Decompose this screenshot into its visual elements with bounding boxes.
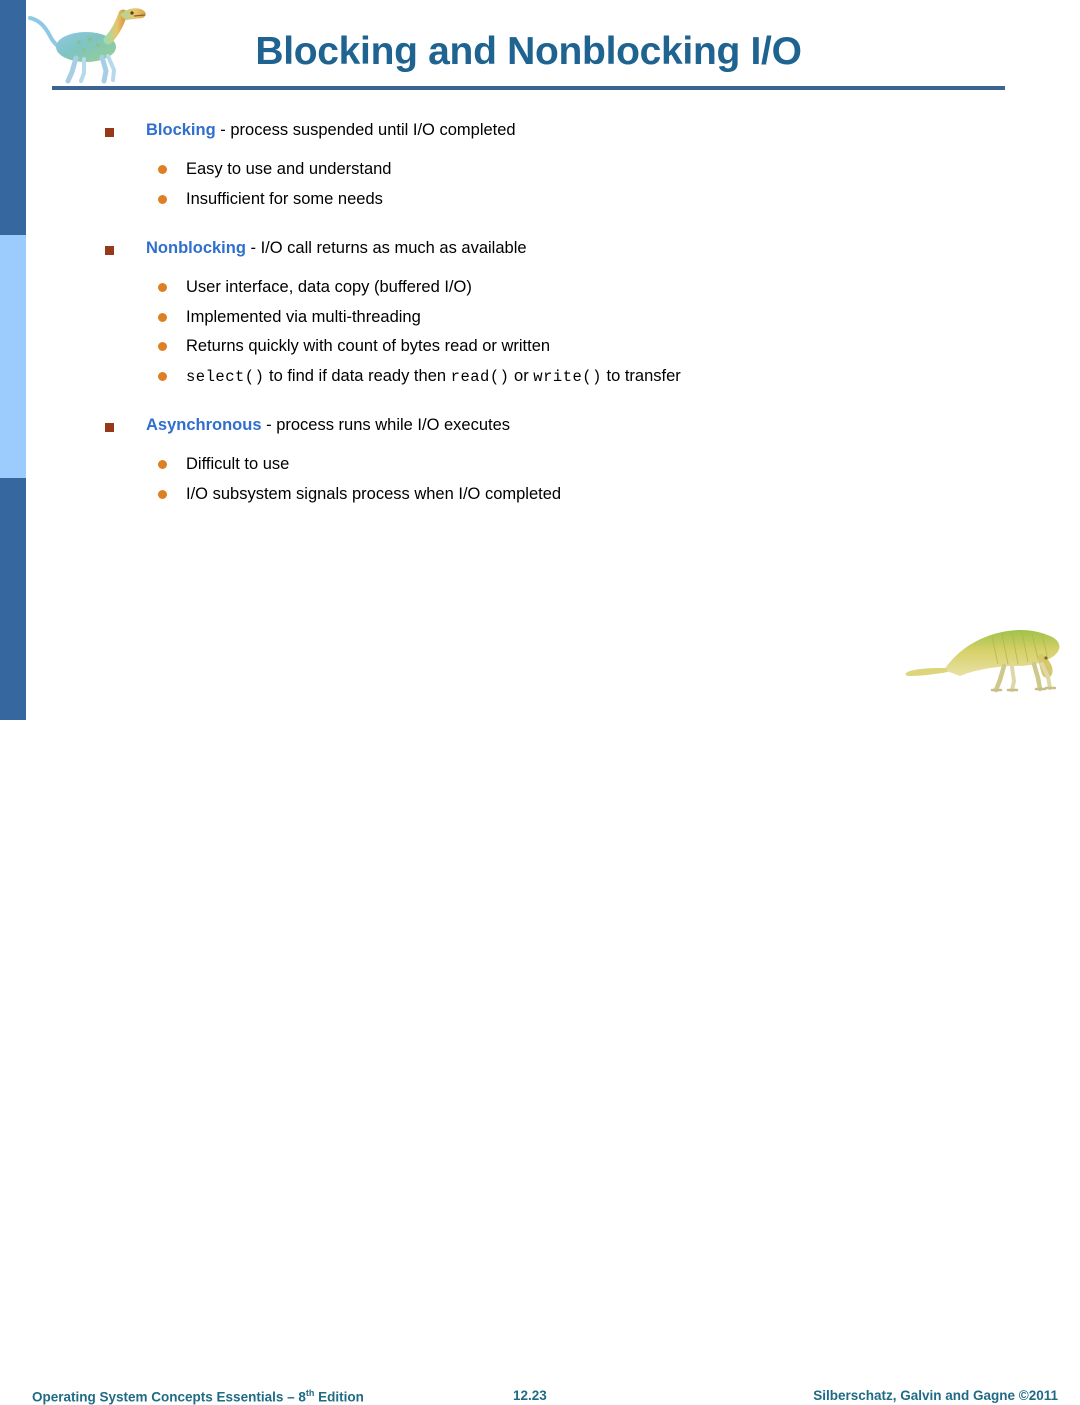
bullet-item-level2: select() to find if data ready then read… xyxy=(0,366,1080,396)
bullet-text: Returns quickly with count of bytes read… xyxy=(186,337,551,355)
slide-number: 12.23 xyxy=(513,1388,547,1403)
footer-edition-ordinal: th xyxy=(305,1388,315,1398)
bullet-detail: - process runs while I/O executes xyxy=(261,416,511,434)
bullet-text: Implemented via multi-threading xyxy=(186,307,421,326)
round-bullet-icon xyxy=(158,165,167,174)
footer-copyright: Silberschatz, Galvin and Gagne ©2011 xyxy=(813,1388,1058,1403)
bullet-text: User interface, data copy (buffered I/O) xyxy=(186,278,472,296)
bullet-text: Insufficient for some needs xyxy=(186,189,383,208)
square-bullet-icon xyxy=(105,423,114,432)
bullet-keyword: Asynchronous xyxy=(146,416,262,434)
round-bullet-icon xyxy=(158,342,167,351)
square-bullet-icon xyxy=(105,246,114,255)
round-bullet-icon xyxy=(158,194,167,204)
bullet-item-level1: Asynchronous - process runs while I/O ex… xyxy=(0,415,1080,454)
bullet-item-level2: User interface, data copy (buffered I/O) xyxy=(0,277,1080,307)
bullet-text-code: select() to find if data ready then read… xyxy=(155,366,681,387)
bullet-item-level2: Insufficient for some needs xyxy=(0,189,1080,219)
bullet-detail: or xyxy=(509,366,534,385)
page-title: Blocking and Nonblocking I/O xyxy=(255,30,802,73)
bullet-item-level1: Blocking - process suspended until I/O c… xyxy=(0,120,1080,159)
bullet-detail: - I/O call returns as much as available xyxy=(245,239,527,257)
bullet-group: Blocking - process suspended until I/O c… xyxy=(0,120,1080,218)
round-bullet-icon xyxy=(158,489,167,499)
footer-edition-tail: Edition xyxy=(314,1389,364,1405)
dinosaur-footer-icon xyxy=(900,614,1075,694)
code-write: write() xyxy=(533,367,602,386)
slide-header: Blocking and Nonblocking I/O xyxy=(0,0,1080,96)
round-bullet-icon xyxy=(158,371,167,381)
bullet-group: Asynchronous - process runs while I/O ex… xyxy=(0,415,1080,513)
footer-edition-main: Operating System Concepts Essentials – 8 xyxy=(32,1389,306,1405)
slide-body: Blocking - process suspended until I/O c… xyxy=(0,120,1080,513)
bullet-group: Nonblocking - I/O call returns as much a… xyxy=(0,238,1080,395)
code-select: select() xyxy=(186,367,265,386)
bullet-item-level1: Nonblocking - I/O call returns as much a… xyxy=(0,238,1080,277)
bullet-keyword: Nonblocking xyxy=(146,239,246,257)
bullet-text: Difficult to use xyxy=(186,455,290,473)
bullet-text: I/O subsystem signals process when I/O c… xyxy=(186,484,562,503)
bullet-detail: to find if data ready then xyxy=(264,366,451,385)
square-bullet-icon xyxy=(105,128,114,137)
bullet-item-level2: Returns quickly with count of bytes read… xyxy=(0,336,1080,366)
title-underline-rule xyxy=(52,86,1005,90)
bullet-text: Asynchronous - process runs while I/O ex… xyxy=(105,415,510,435)
bullet-detail: - process suspended until I/O completed xyxy=(215,121,516,139)
code-read: read() xyxy=(450,367,510,386)
bullet-item-level2: I/O subsystem signals process when I/O c… xyxy=(0,484,1080,514)
round-bullet-icon xyxy=(158,460,167,469)
round-bullet-icon xyxy=(158,283,167,292)
slide-footer: Operating System Concepts Essentials – 8… xyxy=(0,686,1080,1405)
sidebar-accent-bottom xyxy=(0,478,26,720)
bullet-text: Blocking - process suspended until I/O c… xyxy=(105,120,516,140)
bullet-detail: to transfer xyxy=(601,366,681,385)
bullet-text: Easy to use and understand xyxy=(186,160,392,178)
bullet-item-level2: Easy to use and understand xyxy=(0,159,1080,189)
bullet-item-level2: Difficult to use xyxy=(0,454,1080,484)
bullet-text: Nonblocking - I/O call returns as much a… xyxy=(105,238,527,258)
bullet-item-level2: Implemented via multi-threading xyxy=(0,307,1080,337)
round-bullet-icon xyxy=(158,312,167,322)
footer-edition-text: Operating System Concepts Essentials – 8… xyxy=(32,1388,364,1405)
bullet-keyword: Blocking xyxy=(146,121,216,139)
